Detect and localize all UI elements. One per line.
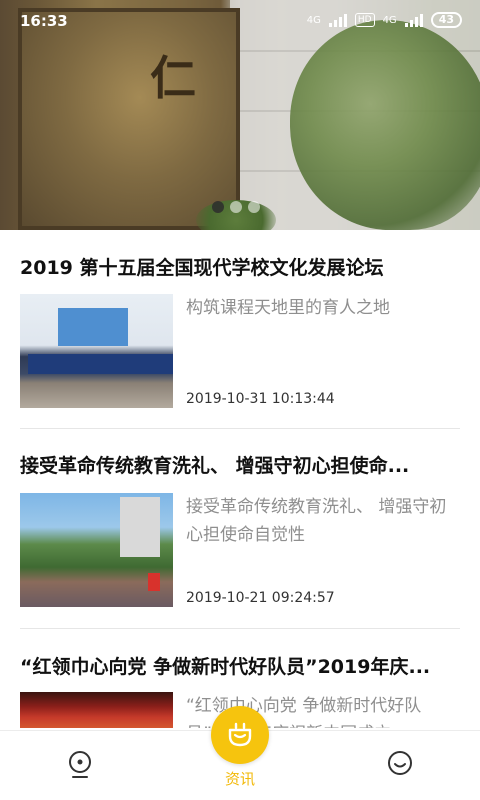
news-title: 接受革命传统教育洗礼、 增强守初心担使命... [20, 455, 410, 477]
carousel-dot-2[interactable] [230, 201, 242, 213]
divider [20, 428, 460, 429]
smiley-icon [388, 751, 412, 775]
divider [20, 628, 460, 629]
news-date: 2019-10-21 09:24:57 [186, 590, 335, 606]
battery-icon: 43 [430, 12, 462, 28]
news-title: 2019 第十五届全国现代学校文化发展论坛 [20, 257, 384, 279]
status-bar: 16:33 4G HD 4G 43 [0, 0, 480, 44]
relief-character: 仁 [150, 51, 196, 105]
nav-label-news: 资讯 [224, 770, 255, 788]
carousel-dot-1[interactable] [212, 201, 224, 213]
signal-icon-2 [404, 13, 423, 27]
hd-badge: HD [354, 13, 375, 27]
status-icons: 4G HD 4G 43 [307, 12, 462, 28]
location-icon [69, 751, 91, 778]
thumbnail-screen [58, 308, 128, 346]
status-time: 16:33 [20, 12, 68, 30]
nav-item-news[interactable] [211, 706, 269, 764]
carousel-indicator [212, 201, 260, 213]
news-icon [228, 722, 252, 747]
news-date: 2019-10-31 10:13:44 [186, 391, 335, 407]
thumbnail-flag [148, 573, 160, 591]
carousel-dot-3[interactable] [248, 201, 260, 213]
news-title: “红领巾心向党 争做新时代好队员”2019年庆... [20, 656, 431, 678]
nav-item-profile[interactable] [340, 731, 460, 800]
signal-icon [328, 13, 347, 27]
network-2-label: 4G [382, 14, 397, 26]
news-summary: 构筑课程天地里的育人之地 [186, 298, 390, 318]
thumbnail-table [28, 354, 173, 374]
banner-tree [290, 20, 480, 230]
news-thumbnail [20, 294, 173, 408]
news-summary: 接受革命传统教育洗礼、 增强守初心担使命自觉性 [186, 497, 447, 545]
news-thumbnail [20, 692, 173, 728]
news-thumbnail [20, 493, 173, 607]
thumbnail-building [120, 497, 160, 557]
nav-item-location[interactable] [20, 731, 140, 800]
network-1-label: 4G [306, 14, 321, 26]
